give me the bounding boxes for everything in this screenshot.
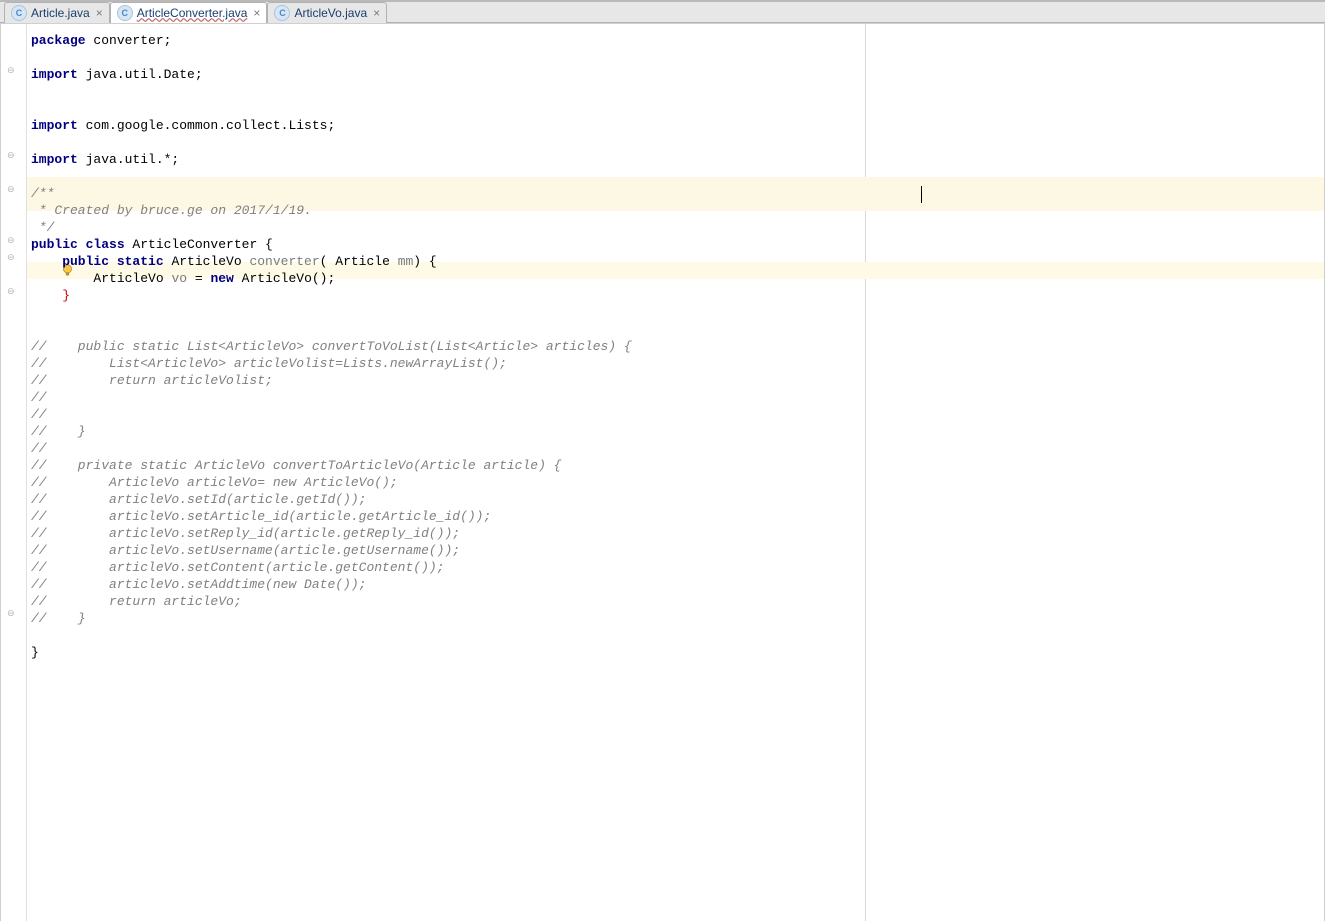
fold-icon[interactable]: ⊖ <box>7 286 19 298</box>
code-line: package converter; <box>31 32 1324 49</box>
code-line: // articleVo.setReply_id(article.getRepl… <box>31 525 1324 542</box>
close-icon[interactable]: × <box>373 6 380 20</box>
code-line: // articleVo.setId(article.getId()); <box>31 491 1324 508</box>
code-line: import java.util.Date; <box>31 66 1324 83</box>
code-line: // public static List<ArticleVo> convert… <box>31 338 1324 355</box>
tab-articleconverter[interactable]: C ArticleConverter.java × <box>110 2 268 23</box>
code-line: // List<ArticleVo> articleVolist=Lists.n… <box>31 355 1324 372</box>
code-line: import com.google.common.collect.Lists; <box>31 117 1324 134</box>
tab-label: Article.java <box>31 6 90 20</box>
code-line: // articleVo.setAddtime(new Date()); <box>31 576 1324 593</box>
fold-icon[interactable]: ⊖ <box>7 252 19 264</box>
code-editor[interactable]: package converter; import java.util.Date… <box>27 24 1324 921</box>
code-line: // articleVo.setUsername(article.getUser… <box>31 542 1324 559</box>
code-line: // } <box>31 423 1324 440</box>
code-line: */ <box>31 219 1324 236</box>
fold-icon[interactable]: ⊖ <box>7 608 19 620</box>
code-line: * Created by bruce.ge on 2017/1/19. <box>31 202 1324 219</box>
fold-icon[interactable]: ⊖ <box>7 65 19 77</box>
code-line: public class ArticleConverter { <box>31 236 1324 253</box>
code-line: // return articleVo; <box>31 593 1324 610</box>
code-line: /** <box>31 185 1324 202</box>
code-line: // <box>31 406 1324 423</box>
fold-icon[interactable]: ⊖ <box>7 235 19 247</box>
code-line: // <box>31 389 1324 406</box>
code-line: } <box>31 287 1324 304</box>
code-line: ArticleVo vo = new ArticleVo(); <box>31 270 1324 287</box>
fold-icon[interactable]: ⊖ <box>7 184 19 196</box>
fold-icon[interactable]: ⊖ <box>7 150 19 162</box>
class-icon: C <box>274 5 290 21</box>
close-icon[interactable]: × <box>253 6 260 20</box>
code-line: // ArticleVo articleVo= new ArticleVo(); <box>31 474 1324 491</box>
code-line: // private static ArticleVo convertToArt… <box>31 457 1324 474</box>
editor-tab-bar: C Article.java × C ArticleConverter.java… <box>0 2 1325 23</box>
code-line: // articleVo.setArticle_id(article.getAr… <box>31 508 1324 525</box>
tab-label: ArticleVo.java <box>294 6 367 20</box>
tab-label: ArticleConverter.java <box>137 6 248 20</box>
tab-articlevo[interactable]: C ArticleVo.java × <box>267 2 387 23</box>
code-line: import java.util.*; <box>31 151 1324 168</box>
class-icon: C <box>117 5 133 21</box>
code-line: // articleVo.setContent(article.getConte… <box>31 559 1324 576</box>
code-line: } <box>31 644 1324 661</box>
code-line: // } <box>31 610 1324 627</box>
ide-window: C Article.java × C ArticleConverter.java… <box>0 0 1325 921</box>
gutter: ⊖ ⊖ ⊖ ⊖ ⊖ ⊖ ⊖ <box>1 24 27 921</box>
code-line: // <box>31 440 1324 457</box>
code-line: public static ArticleVo converter( Artic… <box>31 253 1324 270</box>
tab-article[interactable]: C Article.java × <box>4 2 110 23</box>
editor-area: ⊖ ⊖ ⊖ ⊖ ⊖ ⊖ ⊖ package converter; import … <box>0 24 1325 921</box>
close-icon[interactable]: × <box>96 6 103 20</box>
class-icon: C <box>11 5 27 21</box>
code-line: // return articleVolist; <box>31 372 1324 389</box>
